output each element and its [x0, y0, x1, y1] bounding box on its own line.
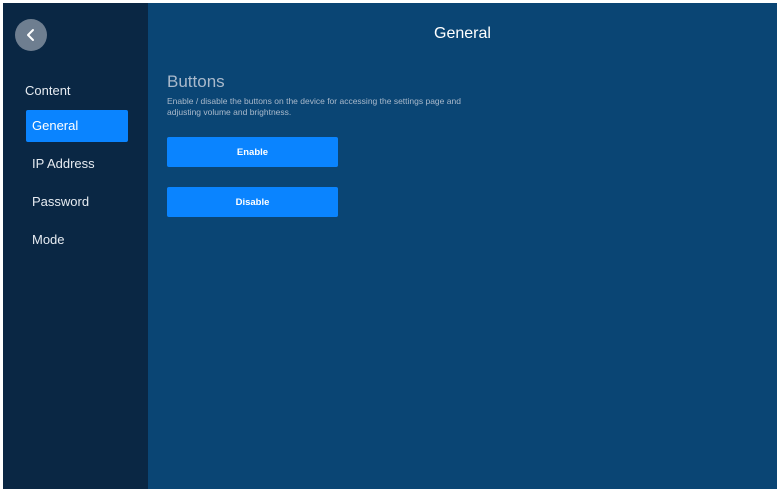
sidebar-item-password[interactable]: Password: [26, 186, 128, 218]
sidebar-item-ip-address[interactable]: IP Address: [26, 148, 128, 180]
disable-button[interactable]: Disable: [167, 187, 338, 217]
main-panel: General Buttons Enable / disable the but…: [148, 3, 777, 489]
sidebar-item-mode[interactable]: Mode: [26, 224, 128, 256]
enable-button[interactable]: Enable: [167, 137, 338, 167]
back-arrow-icon: [25, 28, 37, 42]
sidebar-nav: General IP Address Password Mode: [26, 110, 128, 262]
settings-window: Content General IP Address Password Mode…: [3, 3, 777, 489]
section-description: Enable / disable the buttons on the devi…: [167, 96, 461, 117]
sidebar-heading: Content: [25, 83, 71, 98]
section-title: Buttons: [167, 72, 225, 91]
back-button[interactable]: [15, 19, 47, 51]
sidebar-item-general[interactable]: General: [26, 110, 128, 142]
page-title: General: [434, 25, 491, 42]
sidebar: Content General IP Address Password Mode: [3, 3, 148, 489]
